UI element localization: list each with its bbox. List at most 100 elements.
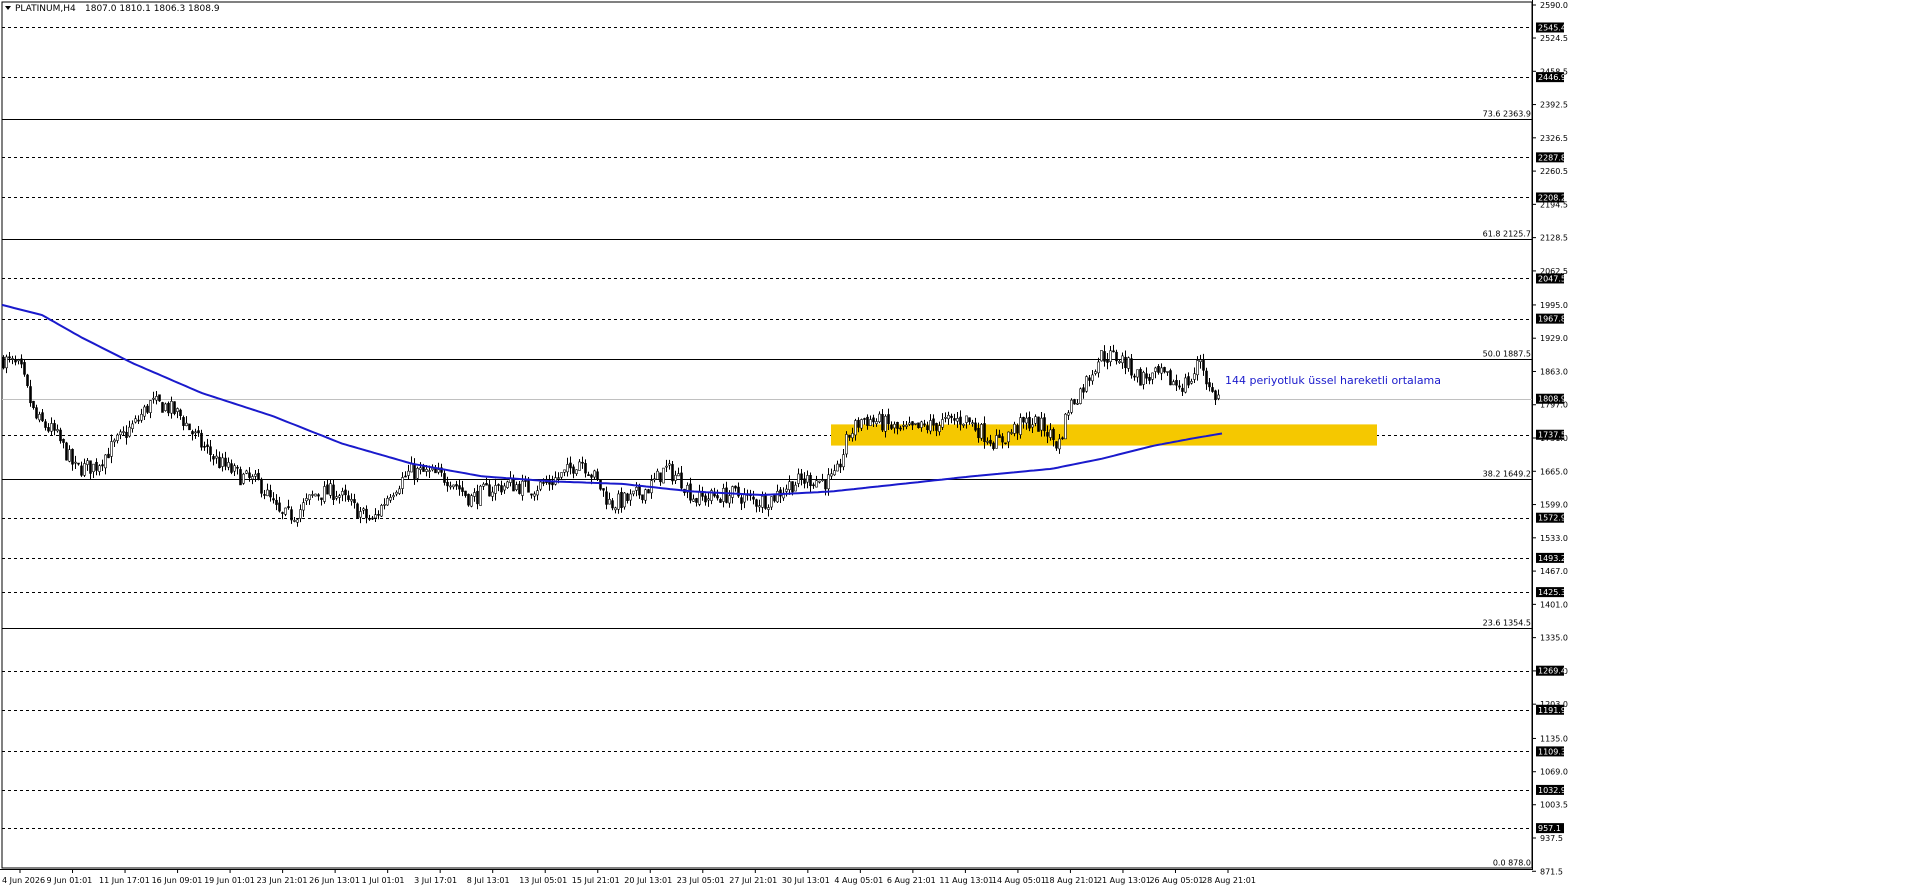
candle-body (101, 464, 104, 467)
candle-body (722, 488, 725, 502)
candle-body (701, 492, 704, 497)
candle-body (995, 435, 998, 449)
candle-body (395, 491, 398, 495)
candle-body (590, 474, 593, 478)
candle-body (863, 418, 866, 420)
time-tick-label: 26 Jun 13:01 (309, 876, 360, 885)
candle-body (1016, 425, 1019, 434)
candle-body (533, 493, 536, 497)
candle-body (1088, 377, 1091, 381)
candle-body (317, 494, 320, 497)
candle-body (728, 495, 731, 504)
time-tick-label: 16 Jun 09:01 (152, 876, 203, 885)
candle-body (1094, 371, 1097, 374)
candle-body (176, 408, 179, 412)
candle-body (1076, 402, 1079, 405)
candle-body (827, 474, 830, 490)
candle-body (389, 497, 392, 501)
candle-body (86, 460, 89, 465)
candle-body (380, 505, 383, 517)
time-tick-label: 4 Aug 05:01 (834, 876, 883, 885)
price-tick-label: 2260.5 (1540, 167, 1568, 176)
candle-body (725, 487, 728, 503)
candle-body (1049, 429, 1052, 438)
candle-body (1079, 388, 1082, 404)
price-chart: 73.6 2363.9 61.8 2125.7 50.0 1887.5 38.2 16… (0, 0, 1916, 888)
price-tick-label: 1863.0 (1540, 367, 1568, 376)
candle-body (368, 518, 371, 520)
candle-body (1196, 360, 1199, 376)
candle-body (494, 485, 497, 494)
candle-body (1115, 351, 1118, 362)
candle-body (359, 511, 362, 518)
candle-body (446, 481, 449, 487)
candle-body (62, 438, 65, 443)
candle-body (80, 465, 83, 476)
candle-body (899, 427, 902, 430)
candle-body (257, 472, 260, 480)
candle-body (386, 498, 389, 506)
candle-body (14, 359, 17, 363)
candle-body (194, 431, 197, 434)
candle-body (539, 481, 542, 490)
candle-body (95, 461, 98, 471)
candle-body (449, 485, 452, 488)
candle-body (776, 490, 779, 503)
candle-body (1199, 359, 1202, 362)
candle-body (116, 434, 119, 441)
time-tick-label: 1 Jul 01:01 (362, 876, 405, 885)
candle-body (809, 475, 812, 487)
candle-body (605, 491, 608, 505)
candle-body (311, 494, 314, 496)
candle-body (860, 419, 863, 429)
candle-body (839, 463, 842, 468)
candle-body (758, 505, 761, 508)
candle-body (371, 517, 374, 520)
candle-body (1010, 432, 1013, 434)
candle-body (365, 508, 368, 519)
candle-body (824, 479, 827, 490)
candle-body (743, 494, 746, 503)
candle-body (35, 407, 38, 419)
candle-body (1172, 381, 1175, 386)
candle-body (1022, 416, 1025, 423)
candle-body (221, 457, 224, 467)
candle-body (614, 507, 617, 511)
candle-body (236, 466, 239, 469)
price-tag-label: 1425.3 (1538, 588, 1566, 597)
candle-body (677, 473, 680, 477)
candle-body (635, 487, 638, 491)
candle-body (578, 461, 581, 471)
candle-body (893, 423, 896, 429)
time-tick-label: 23 Jun 21:01 (257, 876, 308, 885)
candle-body (161, 402, 164, 413)
candle-body (845, 434, 848, 455)
candle-body (830, 473, 833, 477)
candle-body (185, 422, 188, 427)
candle-body (125, 431, 128, 438)
candle-body (521, 480, 524, 496)
candle-body (119, 431, 122, 436)
candle-body (680, 472, 683, 489)
candle-body (773, 494, 776, 502)
price-tick-label: 871.5 (1540, 867, 1563, 876)
candle-body (203, 445, 206, 448)
ema-annotation: 144 periyotluk üssel hareketli ortalama (1225, 374, 1441, 387)
price-tick-label: 2590.0 (1540, 1, 1568, 10)
candle-body (275, 499, 278, 505)
candle-body (1148, 377, 1151, 381)
candle-body (671, 464, 674, 482)
candle-body (47, 427, 50, 432)
candle-body (41, 412, 44, 422)
candle-body (917, 422, 920, 428)
time-tick-label: 14 Aug 05:01 (992, 876, 1046, 885)
price-tick-label: 1335.0 (1540, 634, 1568, 643)
candle-body (1043, 417, 1046, 432)
candle-body (461, 487, 464, 492)
candle-body (419, 467, 422, 470)
candle-body (851, 433, 854, 439)
candle-body (413, 463, 416, 479)
candle-body (929, 420, 932, 432)
candle-body (692, 498, 695, 502)
candle-body (1046, 432, 1049, 437)
